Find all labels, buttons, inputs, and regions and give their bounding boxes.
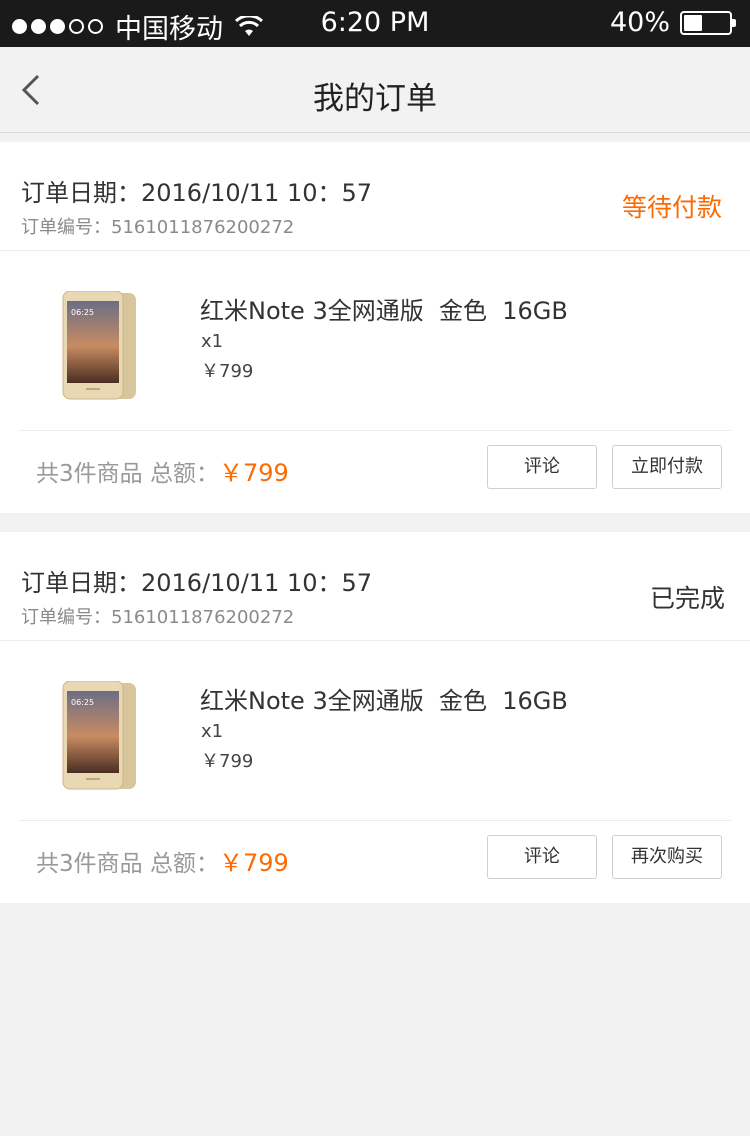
nav-bar: 我的订单 (0, 47, 750, 133)
product-row[interactable]: 06:25 红米Note 3全网通版 金色 16GB x1 ￥799 (0, 641, 750, 820)
battery-percent: 40% (609, 7, 670, 38)
product-price: ￥799 (201, 361, 254, 382)
svg-text:06:25: 06:25 (71, 308, 94, 317)
order-total: 共3件商品 总额：￥799 (36, 453, 289, 488)
buy-again-button[interactable]: 再次购买 (612, 835, 722, 879)
order-status: 已完成 (649, 584, 725, 613)
product-image: 06:25 (62, 681, 136, 790)
status-right: 40% (609, 7, 736, 38)
page-title: 我的订单 (313, 81, 437, 117)
order-header: 订单日期：2016/10/11 10：57 订单编号：5161011876200… (0, 142, 750, 251)
order-status: 等待付款 (621, 193, 722, 222)
total-label: 共3件商品 总额： (36, 461, 219, 487)
status-bar: 中国移动 6:20 PM 40% (0, 0, 750, 47)
order-card: 订单日期：2016/10/11 10：57 订单编号：5161011876200… (0, 532, 750, 903)
total-amount: ￥799 (218, 459, 289, 487)
product-price: ￥799 (201, 751, 254, 772)
order-footer: 共3件商品 总额：￥799 评论 再次购买 (19, 820, 731, 903)
order-list: 订单日期：2016/10/11 10：57 订单编号：5161011876200… (0, 133, 750, 903)
order-total: 共3件商品 总额：￥799 (36, 843, 289, 878)
svg-text:06:25: 06:25 (71, 698, 94, 707)
order-date: 订单日期：2016/10/11 10：57 (21, 179, 373, 207)
order-number: 订单编号：5161011876200272 (21, 607, 295, 628)
order-footer: 共3件商品 总额：￥799 评论 立即付款 (19, 430, 731, 513)
order-date: 订单日期：2016/10/11 10：57 (21, 569, 373, 597)
battery-icon (680, 10, 736, 35)
product-image: 06:25 (62, 291, 136, 400)
review-button[interactable]: 评论 (487, 445, 597, 489)
battery-level (684, 14, 702, 31)
order-number: 订单编号：5161011876200272 (21, 217, 295, 238)
product-name: 红米Note 3全网通版 金色 16GB (200, 687, 568, 715)
total-amount: ￥799 (218, 849, 289, 877)
order-card: 订单日期：2016/10/11 10：57 订单编号：5161011876200… (0, 142, 750, 513)
product-row[interactable]: 06:25 红米Note 3全网通版 金色 16GB x1 ￥799 (0, 251, 750, 430)
order-header: 订单日期：2016/10/11 10：57 订单编号：5161011876200… (0, 532, 750, 641)
total-label: 共3件商品 总额： (36, 851, 219, 877)
review-button[interactable]: 评论 (487, 835, 597, 879)
product-quantity: x1 (201, 331, 224, 352)
product-name: 红米Note 3全网通版 金色 16GB (200, 297, 568, 325)
product-quantity: x1 (201, 721, 224, 742)
pay-now-button[interactable]: 立即付款 (612, 445, 722, 489)
